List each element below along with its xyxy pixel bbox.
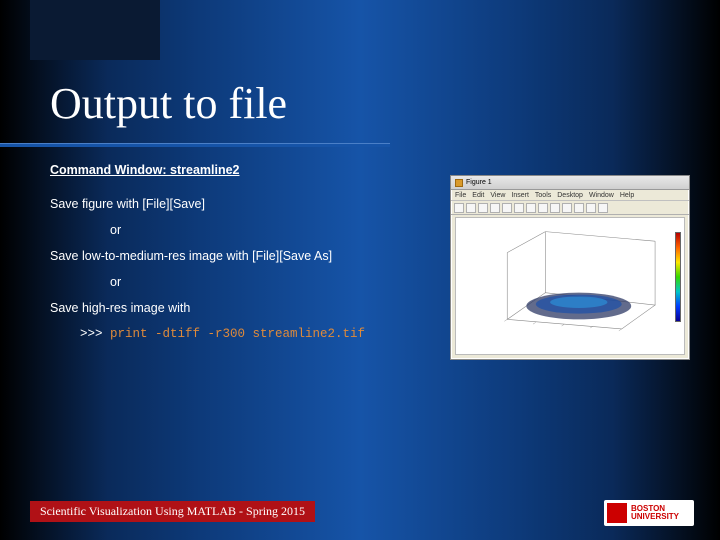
print-command: print -dtiff -r300 streamline2.tif xyxy=(110,327,365,341)
window-title: Figure 1 xyxy=(466,179,492,186)
colorbar xyxy=(675,232,681,322)
toolbar-print-icon[interactable] xyxy=(490,203,500,213)
command-window-label: Command Window: streamline2 xyxy=(50,160,470,180)
bu-logo-line2: UNIVERSITY xyxy=(631,513,679,521)
or-divider: or xyxy=(110,272,470,292)
instruction-save-as: Save low-to-medium-res image with [File]… xyxy=(50,246,470,266)
matlab-icon xyxy=(455,179,463,187)
toolbar-colorbar-icon[interactable] xyxy=(586,203,596,213)
toolbar-legend-icon[interactable] xyxy=(598,203,608,213)
toolbar-zoom-in-icon[interactable] xyxy=(502,203,512,213)
axes-3d xyxy=(470,224,678,348)
footer-bar: Scientific Visualization Using MATLAB - … xyxy=(30,501,315,522)
boston-university-logo: BOSTON UNIVERSITY xyxy=(604,500,694,526)
toolbar xyxy=(451,201,689,215)
toolbar-brush-icon[interactable] xyxy=(562,203,572,213)
menu-bar: File Edit View Insert Tools Desktop Wind… xyxy=(451,190,689,201)
slide-title: Output to file xyxy=(50,78,287,129)
menu-edit[interactable]: Edit xyxy=(472,192,484,199)
toolbar-zoom-out-icon[interactable] xyxy=(514,203,524,213)
toolbar-rotate-icon[interactable] xyxy=(538,203,548,213)
toolbar-new-icon[interactable] xyxy=(454,203,464,213)
menu-insert[interactable]: Insert xyxy=(511,192,529,199)
menu-view[interactable]: View xyxy=(490,192,505,199)
toolbar-open-icon[interactable] xyxy=(466,203,476,213)
instruction-high-res: Save high-res image with xyxy=(50,298,470,318)
or-divider: or xyxy=(110,220,470,240)
matlab-figure-window: Figure 1 File Edit View Insert Tools Des… xyxy=(450,175,690,360)
instruction-save-figure: Save figure with [File][Save] xyxy=(50,194,470,214)
menu-window[interactable]: Window xyxy=(589,192,614,199)
toolbar-save-icon[interactable] xyxy=(478,203,488,213)
title-underline xyxy=(0,143,390,147)
toolbar-link-icon[interactable] xyxy=(574,203,584,213)
plot-area xyxy=(455,217,685,355)
menu-desktop[interactable]: Desktop xyxy=(557,192,583,199)
menu-file[interactable]: File xyxy=(455,192,466,199)
slide-content: Command Window: streamline2 Save figure … xyxy=(50,160,470,344)
bu-logo-square xyxy=(607,503,627,523)
decor-top-block xyxy=(30,0,160,60)
menu-tools[interactable]: Tools xyxy=(535,192,551,199)
window-titlebar: Figure 1 xyxy=(451,176,689,190)
menu-help[interactable]: Help xyxy=(620,192,634,199)
toolbar-datacursor-icon[interactable] xyxy=(550,203,560,213)
toolbar-pan-icon[interactable] xyxy=(526,203,536,213)
command-prompt: >>> print -dtiff -r300 streamline2.tif xyxy=(80,324,470,344)
prompt-prefix: >>> xyxy=(80,327,110,341)
